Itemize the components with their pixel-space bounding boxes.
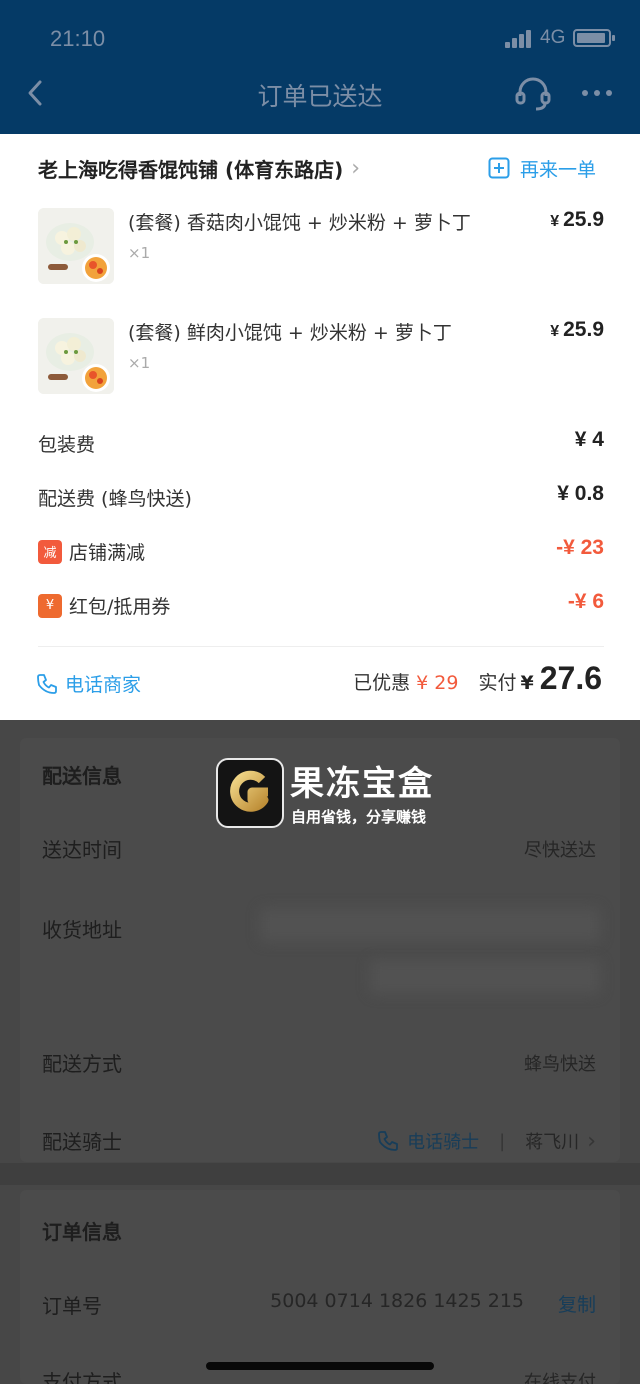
section-title: 订单信息 bbox=[42, 1220, 122, 1244]
battery-icon bbox=[573, 29, 615, 47]
coupon-badge-icon: ¥ bbox=[38, 593, 62, 618]
row-value: 蜂鸟快送 bbox=[524, 1054, 596, 1075]
item-price: ¥25.9 bbox=[550, 318, 604, 342]
item-price-value: 25.9 bbox=[563, 318, 604, 341]
order-info-section: 订单信息 订单号 5004 0714 1826 1425 215 复制 支付方式… bbox=[20, 1190, 620, 1384]
item-qty: ×1 bbox=[128, 244, 151, 262]
headset-icon[interactable] bbox=[514, 76, 552, 112]
home-indicator[interactable] bbox=[206, 1362, 434, 1370]
fee-value: -¥ 6 bbox=[567, 590, 604, 613]
row-value: 在线支付 bbox=[524, 1372, 596, 1384]
list-item: (套餐) 香菇肉小馄饨 + 炒米粉 + 萝卜丁 ×1 ¥25.9 bbox=[38, 208, 604, 288]
phone-icon bbox=[378, 1131, 399, 1151]
order-number: 5004 0714 1826 1425 215 bbox=[270, 1290, 524, 1312]
call-rider-label: 电话骑士 bbox=[407, 1132, 480, 1153]
currency-symbol: ¥ bbox=[550, 323, 560, 340]
section-title: 配送信息 bbox=[42, 764, 122, 788]
call-shop-button[interactable]: 电话商家 bbox=[36, 670, 141, 697]
shop-name: 老上海吃得香馄饨铺 (体育东路店) bbox=[38, 157, 344, 182]
row-label: 配送方式 bbox=[42, 1052, 122, 1076]
separator: | bbox=[499, 1130, 506, 1152]
rider-name[interactable]: 蒋飞川 bbox=[525, 1128, 579, 1154]
rider-actions: 电话骑士 | 蒋飞川 › bbox=[377, 1128, 596, 1154]
discount-value: ¥ 29 bbox=[416, 672, 459, 694]
fee-label: 红包/抵用券 bbox=[69, 596, 171, 618]
item-qty: ×1 bbox=[128, 354, 151, 372]
shop-discount-row: 减 店铺满减 -¥ 23 bbox=[38, 536, 604, 570]
fee-label: 配送费 (蜂鸟快送) bbox=[38, 488, 192, 510]
item-price: ¥25.9 bbox=[550, 208, 604, 232]
discount-badge-icon: 减 bbox=[38, 539, 62, 564]
fee-label: 包装费 bbox=[38, 434, 96, 456]
paid-value: 27.6 bbox=[539, 660, 602, 696]
row-label: 收货地址 bbox=[42, 918, 122, 942]
item-price-value: 25.9 bbox=[563, 208, 604, 231]
reorder-button[interactable]: 再来一单 bbox=[488, 152, 596, 184]
blurred-address bbox=[260, 908, 600, 942]
chevron-right-icon: › bbox=[587, 1128, 596, 1154]
call-shop-label: 电话商家 bbox=[65, 674, 142, 696]
phone-icon bbox=[37, 673, 57, 694]
blurred-address bbox=[370, 960, 600, 994]
discount-label: 已优惠 bbox=[353, 672, 411, 694]
call-rider-button[interactable]: 电话骑士 bbox=[377, 1128, 479, 1154]
item-name: (套餐) 香菇肉小馄饨 + 炒米粉 + 萝卜丁 bbox=[128, 212, 471, 234]
fee-label-wrap: ¥ 红包/抵用券 bbox=[38, 592, 170, 619]
watermark-slogan: 自用省钱，分享赚钱 bbox=[291, 808, 427, 826]
signal-icon bbox=[505, 30, 535, 48]
status-time: 21:10 bbox=[50, 26, 106, 51]
fee-value: ¥ 4 bbox=[574, 428, 604, 451]
copy-button[interactable]: 复制 bbox=[558, 1290, 596, 1317]
row-label: 支付方式 bbox=[42, 1370, 122, 1384]
reorder-label: 再来一单 bbox=[520, 158, 597, 181]
order-totals: 已优惠 ¥ 29 实付 ¥ 27.6 bbox=[353, 660, 602, 697]
coupon-row: ¥ 红包/抵用券 -¥ 6 bbox=[38, 590, 604, 624]
paid-label: 实付 bbox=[478, 672, 517, 694]
network-type: 4G bbox=[540, 27, 566, 48]
plus-box-icon bbox=[488, 157, 510, 179]
fee-label: 店铺满减 bbox=[69, 542, 146, 564]
section-separator bbox=[0, 1163, 640, 1185]
food-thumbnail bbox=[38, 208, 114, 284]
currency-symbol: ¥ bbox=[550, 213, 560, 230]
row-value: 尽快送达 bbox=[524, 840, 596, 861]
app-header: 21:10 4G 订单已送达 bbox=[0, 0, 640, 134]
fee-value: ¥ 0.8 bbox=[557, 482, 604, 505]
row-label: 配送骑士 bbox=[42, 1130, 122, 1154]
item-name: (套餐) 鲜肉小馄饨 + 炒米粉 + 萝卜丁 bbox=[128, 322, 452, 344]
watermark-logo bbox=[216, 758, 284, 828]
shop-link[interactable]: 老上海吃得香馄饨铺 (体育东路店) › bbox=[38, 150, 360, 186]
food-thumbnail bbox=[38, 318, 114, 394]
row-label: 订单号 bbox=[42, 1294, 102, 1318]
chevron-right-icon: › bbox=[351, 155, 361, 181]
status-bar: 21:10 4G bbox=[0, 0, 640, 80]
packaging-fee-row: 包装费 ¥ 4 bbox=[38, 428, 604, 462]
delivery-fee-row: 配送费 (蜂鸟快送) ¥ 0.8 bbox=[38, 482, 604, 516]
paid-currency: ¥ bbox=[520, 672, 534, 694]
row-label: 送达时间 bbox=[42, 838, 122, 862]
fee-label-wrap: 减 店铺满减 bbox=[38, 538, 145, 565]
more-dots-icon[interactable] bbox=[580, 88, 614, 98]
watermark-name: 果冻宝盒 bbox=[290, 764, 434, 804]
list-item: (套餐) 鲜肉小馄饨 + 炒米粉 + 萝卜丁 ×1 ¥25.9 bbox=[38, 318, 604, 398]
divider bbox=[38, 646, 604, 647]
fee-value: -¥ 23 bbox=[556, 536, 604, 559]
